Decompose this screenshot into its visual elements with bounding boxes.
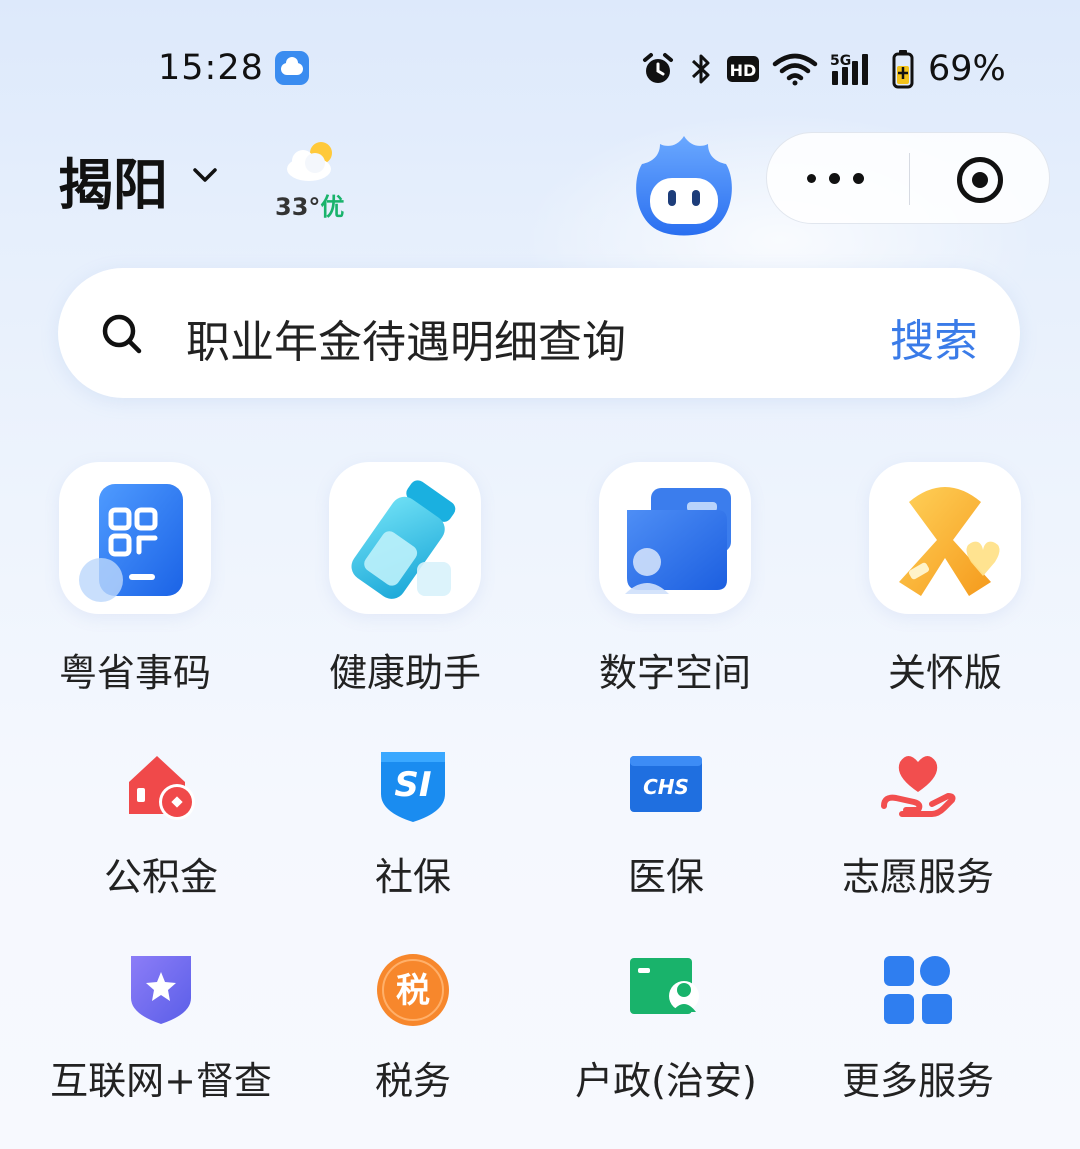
health-thermos-icon xyxy=(329,462,481,614)
tile-label: 粤省事码 xyxy=(58,651,211,695)
care-ribbon-icon xyxy=(869,462,1021,614)
svg-text:HD: HD xyxy=(730,61,757,80)
capsule-divider xyxy=(909,153,910,205)
housing-fund-icon xyxy=(123,748,199,824)
svg-text:5G: 5G xyxy=(830,53,851,69)
more-services-grid-icon xyxy=(880,952,956,1028)
service-label: 志愿服务 xyxy=(841,855,994,899)
miniprogram-capsule xyxy=(766,132,1050,224)
close-target-icon[interactable] xyxy=(957,157,1003,203)
service-label: 互联网+督查 xyxy=(50,1059,272,1103)
wifi-icon xyxy=(772,53,818,86)
search-button[interactable]: 搜索 xyxy=(890,305,978,369)
weather-text: 33°优 xyxy=(275,187,344,222)
city-selector[interactable]: 揭阳 xyxy=(58,140,168,220)
svg-text:CHS: CHS xyxy=(643,775,689,799)
battery-icon xyxy=(892,50,914,89)
status-icons: HD 5G 69% xyxy=(640,46,1006,92)
tile-health-assistant[interactable]: 健康助手 xyxy=(325,462,485,697)
search-bar[interactable]: 职业年金待遇明细查询 搜索 xyxy=(58,268,1020,398)
air-quality: 优 xyxy=(320,193,345,221)
service-social-security[interactable]: SI 社保 xyxy=(288,748,538,901)
qr-code-card-icon xyxy=(59,462,211,614)
service-label: 税务 xyxy=(374,1059,451,1103)
bluetooth-icon xyxy=(691,54,710,84)
service-housing-fund[interactable]: 公积金 xyxy=(36,748,286,901)
tile-label: 健康助手 xyxy=(328,651,481,695)
weather-widget[interactable]: 33°优 xyxy=(275,133,355,223)
assistant-mascot-icon[interactable] xyxy=(630,132,738,240)
cellular-signal-icon: 5G xyxy=(830,53,868,85)
more-options-icon[interactable] xyxy=(805,161,869,197)
weather-temperature: 33° xyxy=(275,193,321,221)
status-time: 15:28 xyxy=(158,48,264,88)
tile-label: 关怀版 xyxy=(887,651,1002,695)
tile-care-edition[interactable]: 关怀版 xyxy=(865,462,1025,697)
service-household-registration[interactable]: 户政(治安) xyxy=(541,952,791,1105)
service-volunteer[interactable]: 志愿服务 xyxy=(793,748,1043,901)
household-registration-icon xyxy=(628,952,704,1028)
service-label: 社保 xyxy=(374,855,451,899)
service-label: 更多服务 xyxy=(841,1059,994,1103)
search-input[interactable]: 职业年金待遇明细查询 xyxy=(186,306,626,370)
supervision-shield-icon xyxy=(123,952,199,1028)
sunny-cloud-icon xyxy=(287,142,332,181)
service-label: 户政(治安) xyxy=(575,1059,757,1103)
service-tax[interactable]: 税 税务 xyxy=(288,952,538,1105)
status-bar: 15:28 HD 5G 69% xyxy=(0,0,1080,140)
tile-label: 数字空间 xyxy=(598,651,751,695)
chevron-down-icon[interactable] xyxy=(190,160,220,190)
tile-digital-space[interactable]: 数字空间 xyxy=(595,462,755,697)
search-icon xyxy=(102,314,142,354)
svg-text:税: 税 xyxy=(396,971,430,1011)
volunteer-heart-icon xyxy=(880,748,956,824)
hd-icon: HD xyxy=(727,56,759,82)
battery-percent: 69% xyxy=(928,49,1006,89)
service-label: 公积金 xyxy=(103,855,218,899)
service-internet-supervision[interactable]: 互联网+督查 xyxy=(36,952,286,1105)
medical-insurance-icon: CHS xyxy=(628,748,704,824)
tile-yueshengshi-code[interactable]: 粤省事码 xyxy=(55,462,215,697)
service-label: 医保 xyxy=(627,855,704,899)
svg-text:SI: SI xyxy=(394,765,431,805)
wallet-folder-icon xyxy=(599,462,751,614)
social-security-icon: SI xyxy=(375,748,451,824)
service-medical-insurance[interactable]: CHS 医保 xyxy=(541,748,791,901)
service-more[interactable]: 更多服务 xyxy=(793,952,1043,1105)
tax-icon: 税 xyxy=(375,952,451,1028)
alarm-icon xyxy=(643,53,673,83)
weather-app-icon xyxy=(275,51,309,85)
